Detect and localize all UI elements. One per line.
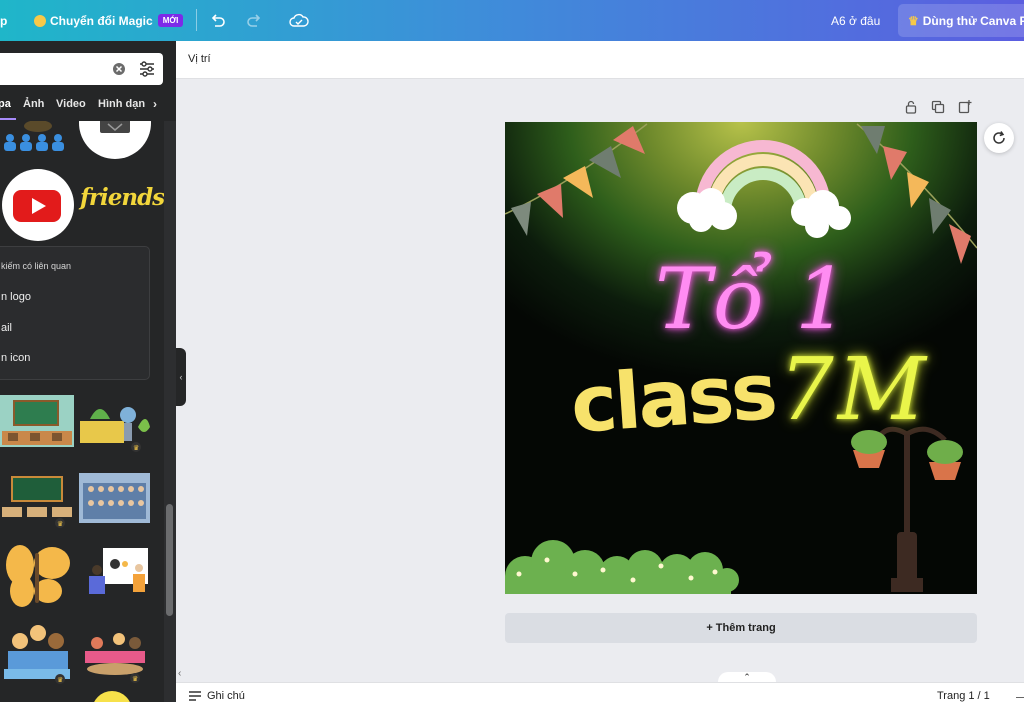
title-7m-text[interactable]: 7M	[779, 340, 930, 440]
location-link[interactable]: A6 ở đâu	[831, 0, 880, 41]
chevron-up-icon: ⌃	[743, 672, 751, 682]
topbar-divider	[196, 9, 197, 31]
collapse-sidebar-button[interactable]: ‹	[176, 348, 186, 406]
horizontal-scroll-area: ‹	[176, 668, 1024, 682]
title-line-to1[interactable]: Tổ 1	[655, 250, 851, 348]
top-bar: p Chuyển đổi Magic MỚI A6 ở đâu ♛ Dùng t…	[0, 0, 1024, 41]
add-page-icon[interactable]	[958, 99, 973, 114]
undo-button[interactable]	[209, 0, 227, 41]
undo-icon	[211, 13, 225, 27]
refresh-comment-button[interactable]	[984, 123, 1014, 153]
sidebar-tabs: pa Ảnh Video Hình dạn ›	[0, 97, 176, 120]
teacher-presentation-thumbnail[interactable]	[79, 546, 150, 604]
try-pro-label: Dùng thử Canva Pr	[922, 13, 1024, 28]
sticker-people-group[interactable]	[0, 121, 76, 155]
new-badge: MỚI	[157, 14, 184, 27]
refresh-icon	[993, 131, 1005, 144]
sticker-dropdown-circle[interactable]	[78, 121, 152, 163]
elements-sidebar: pa Ảnh Video Hình dạn › friends kiếm có …	[0, 41, 176, 702]
scroll-left-chevron-icon[interactable]: ‹	[178, 668, 181, 679]
page-indicator[interactable]: Trang 1 / 1	[937, 690, 990, 702]
position-toolbar: Vị trí	[176, 41, 1024, 79]
magic-sparkle-icon	[34, 14, 46, 27]
lamp-post-sticker	[851, 426, 963, 592]
location-label: A6 ở đâu	[831, 13, 881, 28]
position-button[interactable]: Vị trí	[188, 53, 211, 65]
svg-text:♛: ♛	[132, 675, 138, 683]
suggestion-item-mail[interactable]: ail	[1, 322, 12, 334]
bunting-right	[856, 123, 977, 264]
tabs-next-chevron-icon[interactable]: ›	[153, 97, 157, 111]
kids-reading-thumbnail[interactable]: ♛	[0, 623, 74, 685]
svg-text:♛: ♛	[57, 676, 63, 684]
suggestion-item-logo[interactable]: n logo	[1, 291, 31, 303]
sidebar-scrollbar-thumb[interactable]	[166, 504, 173, 616]
tab-photos[interactable]: Ảnh	[23, 98, 44, 110]
svg-text:♛: ♛	[133, 444, 139, 452]
crown-icon: ♛	[908, 13, 919, 28]
suggestion-item-icon[interactable]: n icon	[1, 352, 30, 364]
rainbow-sticker	[677, 140, 851, 238]
redo-button[interactable]	[245, 0, 263, 41]
classroom-thumbnail[interactable]	[0, 395, 74, 447]
design-canvas[interactable]: Tổ 1 class 7M	[505, 122, 977, 594]
magic-switch-label: Chuyển đổi Magic	[50, 13, 153, 28]
chevron-left-icon: ‹	[179, 372, 183, 382]
duplicate-page-icon[interactable]	[931, 100, 945, 114]
butterfly-thumbnail[interactable]	[0, 539, 74, 611]
blackboard-thumbnail[interactable]: ♛	[0, 473, 74, 529]
tab-graphics[interactable]: pa	[0, 98, 11, 110]
cloud-check-icon	[289, 13, 309, 27]
active-tab-underline	[0, 118, 16, 120]
bottom-bar: Ghi chú Trang 1 / 1	[176, 682, 1024, 702]
partial-yellow-sticker[interactable]	[92, 691, 132, 702]
tab-videos[interactable]: Video	[56, 98, 86, 110]
notes-icon	[189, 691, 201, 701]
try-canva-pro-button[interactable]: ♛ Dùng thử Canva Pr	[898, 4, 1024, 37]
back-menu-fragment[interactable]: p	[0, 0, 7, 41]
tab-shapes[interactable]: Hình dạn	[98, 98, 150, 110]
clear-search-icon[interactable]	[112, 62, 126, 76]
redo-icon	[247, 13, 261, 27]
class-photo-thumbnail[interactable]	[79, 473, 150, 523]
magic-switch-button[interactable]: Chuyển đổi Magic MỚI	[34, 0, 184, 41]
add-page-button[interactable]: + Thêm trang	[505, 613, 977, 643]
svg-text:♛: ♛	[57, 520, 63, 528]
kids-activity-thumbnail[interactable]: ♛	[79, 629, 150, 685]
bunting-left	[505, 123, 648, 236]
science-thumbnail[interactable]: ♛	[80, 397, 152, 453]
cloud-save-button[interactable]	[289, 0, 309, 41]
lock-icon[interactable]	[904, 100, 918, 114]
back-menu-label: p	[0, 13, 8, 28]
bushes-sticker	[505, 540, 739, 594]
search-input[interactable]	[0, 53, 163, 85]
zoom-divider	[1016, 697, 1024, 698]
notes-button[interactable]: Ghi chú	[207, 690, 245, 702]
friends-sticker[interactable]: friends	[80, 184, 165, 224]
youtube-sticker[interactable]	[0, 168, 76, 242]
title-class-text[interactable]: class	[568, 347, 777, 451]
filter-icon[interactable]	[138, 60, 156, 78]
related-search-title: kiếm có liên quan	[1, 261, 72, 271]
related-search-popup: kiếm có liên quan n logo ail n icon	[0, 246, 150, 380]
